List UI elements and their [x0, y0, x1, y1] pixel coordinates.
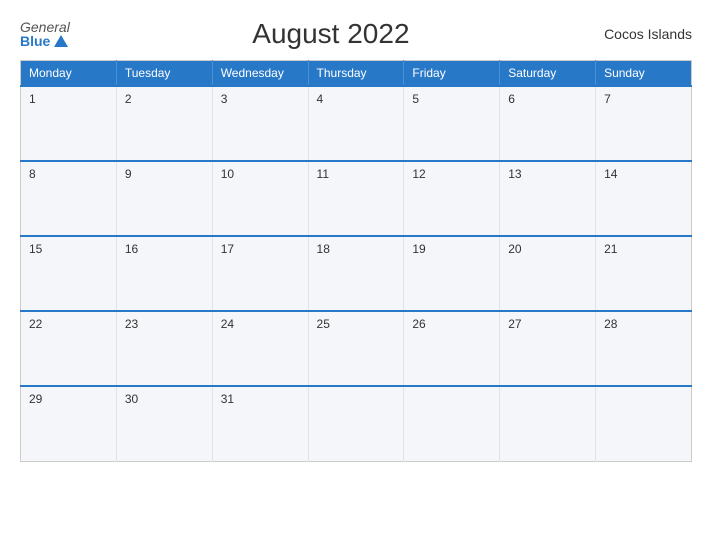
calendar-title: August 2022 — [70, 18, 592, 50]
calendar-day-cell: 23 — [116, 311, 212, 386]
calendar-day-cell: 16 — [116, 236, 212, 311]
calendar-day-cell: 6 — [500, 86, 596, 161]
calendar-week-row: 1234567 — [21, 86, 692, 161]
calendar-day-cell: 7 — [596, 86, 692, 161]
calendar-day-cell: 10 — [212, 161, 308, 236]
calendar-day-cell: 4 — [308, 86, 404, 161]
page-header: General Blue August 2022 Cocos Islands — [20, 10, 692, 56]
calendar-day-cell: 19 — [404, 236, 500, 311]
calendar-day-cell — [404, 386, 500, 461]
calendar-day-cell: 27 — [500, 311, 596, 386]
calendar-day-cell: 1 — [21, 86, 117, 161]
calendar-day-cell: 26 — [404, 311, 500, 386]
col-thursday: Thursday — [308, 61, 404, 87]
logo: General Blue — [20, 20, 70, 48]
calendar-day-cell: 12 — [404, 161, 500, 236]
calendar-day-cell — [308, 386, 404, 461]
col-tuesday: Tuesday — [116, 61, 212, 87]
col-monday: Monday — [21, 61, 117, 87]
logo-blue-text: Blue — [20, 34, 68, 48]
calendar-day-cell: 13 — [500, 161, 596, 236]
col-saturday: Saturday — [500, 61, 596, 87]
calendar-day-cell: 29 — [21, 386, 117, 461]
calendar-week-row: 891011121314 — [21, 161, 692, 236]
calendar-day-cell — [596, 386, 692, 461]
region-label: Cocos Islands — [592, 26, 692, 42]
calendar-day-cell: 9 — [116, 161, 212, 236]
calendar-day-cell — [500, 386, 596, 461]
calendar-day-cell: 8 — [21, 161, 117, 236]
calendar-day-cell: 28 — [596, 311, 692, 386]
calendar-day-cell: 24 — [212, 311, 308, 386]
calendar-table: Monday Tuesday Wednesday Thursday Friday… — [20, 60, 692, 462]
calendar-day-cell: 5 — [404, 86, 500, 161]
calendar-day-cell: 18 — [308, 236, 404, 311]
calendar-day-cell: 17 — [212, 236, 308, 311]
calendar-header: Monday Tuesday Wednesday Thursday Friday… — [21, 61, 692, 87]
calendar-day-cell: 21 — [596, 236, 692, 311]
logo-triangle-icon — [54, 35, 68, 47]
col-friday: Friday — [404, 61, 500, 87]
col-wednesday: Wednesday — [212, 61, 308, 87]
calendar-day-cell: 20 — [500, 236, 596, 311]
day-header-row: Monday Tuesday Wednesday Thursday Friday… — [21, 61, 692, 87]
logo-general-text: General — [20, 20, 70, 34]
calendar-day-cell: 30 — [116, 386, 212, 461]
calendar-week-row: 22232425262728 — [21, 311, 692, 386]
calendar-day-cell: 31 — [212, 386, 308, 461]
calendar-week-row: 15161718192021 — [21, 236, 692, 311]
col-sunday: Sunday — [596, 61, 692, 87]
calendar-day-cell: 2 — [116, 86, 212, 161]
calendar-week-row: 293031 — [21, 386, 692, 461]
calendar-day-cell: 15 — [21, 236, 117, 311]
calendar-day-cell: 11 — [308, 161, 404, 236]
calendar-day-cell: 3 — [212, 86, 308, 161]
calendar-day-cell: 14 — [596, 161, 692, 236]
calendar-day-cell: 22 — [21, 311, 117, 386]
calendar-body: 1234567891011121314151617181920212223242… — [21, 86, 692, 461]
calendar-day-cell: 25 — [308, 311, 404, 386]
